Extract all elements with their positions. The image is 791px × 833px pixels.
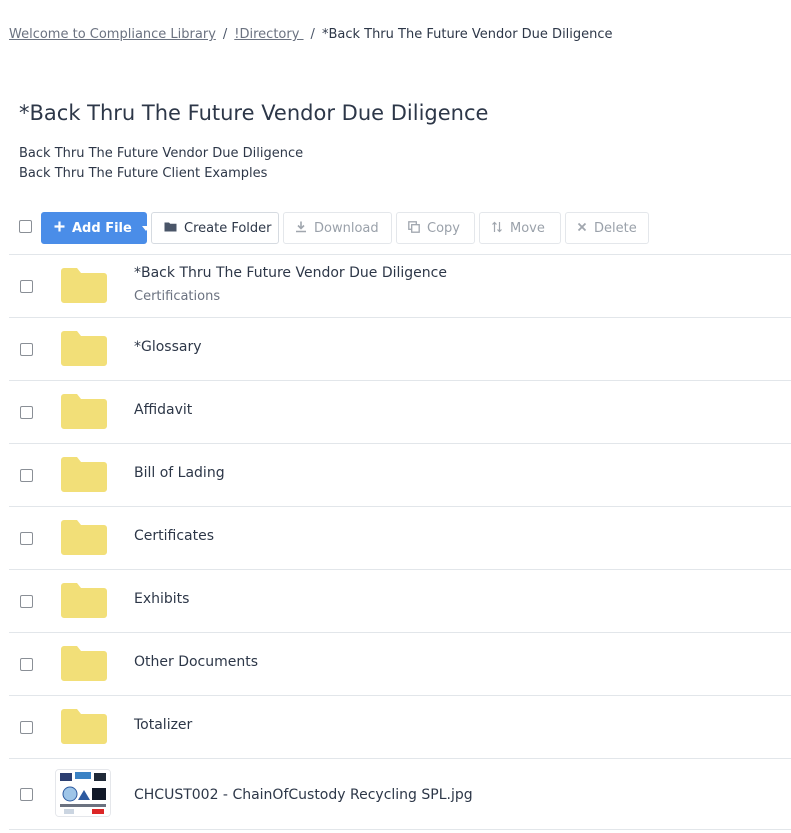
folder-icon[interactable] (61, 330, 107, 366)
move-label: Move (510, 220, 545, 236)
item-subtitle: Certifications (134, 289, 221, 304)
folder-icon (164, 221, 177, 235)
list-item[interactable]: Exhibits (9, 569, 791, 632)
item-name[interactable]: *Glossary (134, 339, 202, 355)
row-checkbox[interactable] (20, 721, 33, 734)
list-item[interactable]: Certificates (9, 506, 791, 569)
breadcrumb-separator: / (222, 27, 228, 42)
delete-button[interactable]: Delete (565, 212, 649, 244)
row-checkbox[interactable] (20, 658, 33, 671)
item-name[interactable]: Certificates (134, 528, 214, 544)
breadcrumb-link-home[interactable]: Welcome to Compliance Library (9, 27, 216, 42)
select-all-checkbox[interactable] (19, 220, 32, 233)
file-list: *Back Thru The Future Vendor Due Diligen… (9, 254, 791, 830)
row-checkbox[interactable] (20, 595, 33, 608)
close-icon (577, 222, 587, 235)
delete-label: Delete (594, 220, 637, 236)
list-item[interactable]: *Glossary (9, 317, 791, 380)
item-name[interactable]: *Back Thru The Future Vendor Due Diligen… (134, 265, 447, 281)
page-description: Back Thru The Future Vendor Due Diligenc… (19, 144, 303, 184)
list-item[interactable]: Totalizer (9, 695, 791, 758)
row-checkbox[interactable] (20, 343, 33, 356)
folder-icon[interactable] (61, 645, 107, 681)
copy-label: Copy (427, 220, 460, 236)
page-title: *Back Thru The Future Vendor Due Diligen… (19, 101, 489, 125)
item-name[interactable]: Bill of Lading (134, 465, 225, 481)
copy-button[interactable]: Copy (396, 212, 475, 244)
list-item[interactable]: Affidavit (9, 380, 791, 443)
description-line: Back Thru The Future Vendor Due Diligenc… (19, 146, 304, 161)
download-icon (295, 221, 307, 236)
breadcrumb-link-directory[interactable]: !Directory (234, 27, 303, 42)
move-button[interactable]: Move (479, 212, 561, 244)
folder-icon[interactable] (61, 708, 107, 744)
list-item[interactable]: Bill of Lading (9, 443, 791, 506)
breadcrumb-current: *Back Thru The Future Vendor Due Diligen… (321, 27, 613, 42)
list-item[interactable]: Other Documents (9, 632, 791, 695)
folder-icon[interactable] (61, 267, 107, 303)
row-checkbox[interactable] (20, 788, 33, 801)
list-item[interactable]: *Back Thru The Future Vendor Due Diligen… (9, 254, 791, 317)
description-line: Back Thru The Future Client Examples (19, 166, 268, 181)
breadcrumb: Welcome to Compliance Library / !Directory… (9, 27, 613, 42)
row-checkbox[interactable] (20, 532, 33, 545)
move-icon (491, 221, 503, 236)
item-name[interactable]: CHCUST002 - ChainOfCustody Recycling SPL… (134, 787, 473, 803)
breadcrumb-separator: / (310, 27, 315, 42)
add-file-label: Add File (72, 220, 132, 236)
row-checkbox[interactable] (20, 406, 33, 419)
folder-icon[interactable] (61, 582, 107, 618)
create-folder-button[interactable]: Create Folder (151, 212, 279, 244)
create-folder-label: Create Folder (184, 220, 272, 236)
download-button[interactable]: Download (283, 212, 392, 244)
download-label: Download (314, 220, 379, 236)
item-name[interactable]: Other Documents (134, 654, 258, 670)
item-name[interactable]: Exhibits (134, 591, 189, 607)
folder-icon[interactable] (61, 393, 107, 429)
folder-icon[interactable] (61, 456, 107, 492)
add-file-button[interactable]: Add File (41, 212, 150, 244)
item-name[interactable]: Affidavit (134, 402, 192, 418)
folder-icon[interactable] (61, 519, 107, 555)
list-item[interactable]: CHCUST002 - ChainOfCustody Recycling SPL… (9, 758, 791, 830)
image-thumbnail[interactable] (55, 769, 111, 817)
row-checkbox[interactable] (20, 280, 33, 293)
row-checkbox[interactable] (20, 469, 33, 482)
chevron-down-icon[interactable] (141, 225, 150, 231)
toolbar: Add File Create Folder Download Copy Mov… (0, 212, 791, 244)
copy-icon (408, 220, 420, 236)
plus-icon (54, 221, 65, 235)
item-name[interactable]: Totalizer (134, 717, 192, 733)
